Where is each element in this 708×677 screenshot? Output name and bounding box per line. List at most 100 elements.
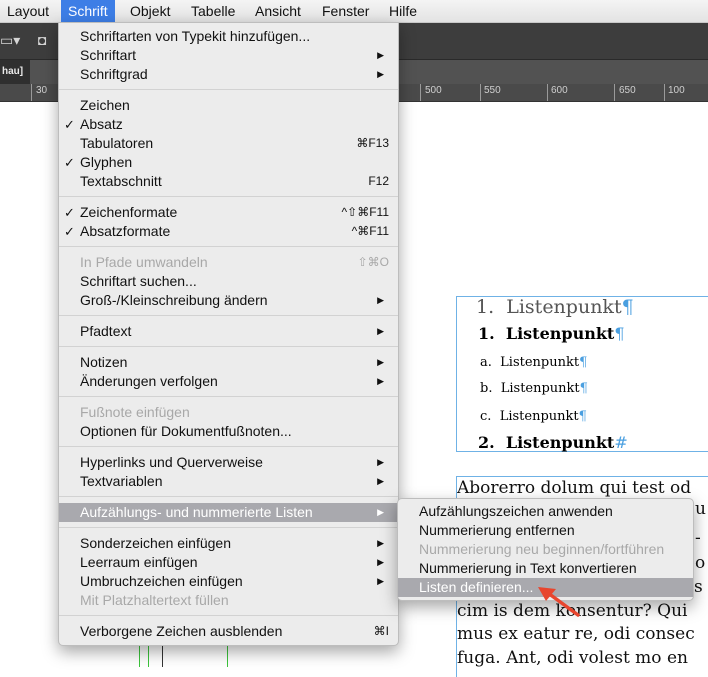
menu-item-verborgene-zeichen[interactable]: Verborgene Zeichen ausblenden ⌘I [59,622,398,641]
list-item: 2. Listenpunkt# [478,433,628,452]
submenu-item-aufzaehlung-anwenden[interactable]: Aufzählungszeichen anwenden [398,502,693,521]
paragraph-fragment: u [695,499,706,519]
submenu-arrow-icon: ▶ [377,295,384,305]
menu-item-hyperlinks[interactable]: Hyperlinks und Querverweise ▶ [59,453,398,472]
list-text-frame[interactable] [456,296,708,452]
shortcut: ⌘F13 [356,136,389,150]
submenu-arrow-icon: ▶ [377,507,384,517]
menu-ansicht[interactable]: Ansicht [248,0,308,22]
shortcut: ⌘I [373,624,389,638]
menu-separator [59,615,398,616]
menu-item-listen[interactable]: Aufzählungs- und nummerierte Listen ▶ [59,503,398,522]
submenu-arrow-icon: ▶ [377,69,384,79]
menu-fenster[interactable]: Fenster [315,0,376,22]
submenu-arrow-icon: ▶ [377,376,384,386]
menu-item-in-pfade-umwandeln: In Pfade umwandeln ⇧⌘O [80,254,389,270]
submenu-arrow-icon: ▶ [377,576,384,586]
ruler-label: 500 [425,85,442,96]
menu-item-schriftgrad[interactable]: Schriftgrad ▶ [59,65,398,84]
list-item: 1. Listenpunkt¶ [476,296,634,318]
menu-item-fussnote: Fußnote einfügen [80,404,190,420]
paragraph-line: Aborerro dolum qui test od [457,478,692,498]
menu-item-sonderzeichen[interactable]: Sonderzeichen einfügen ▶ [59,534,398,553]
shortcut: ^⌘F11 [351,224,389,238]
submenu-arrow-icon: ▶ [377,50,384,60]
checkmark-icon: ✓ [64,117,75,132]
menu-separator [59,496,398,497]
ruler-tick [420,84,421,101]
checkmark-icon: ✓ [64,155,75,170]
list-item: 1. Listenpunkt¶ [478,324,625,343]
list-item: b. Listenpunkt¶ [480,381,588,396]
menu-item-textabschnitt[interactable]: Textabschnitt F12 [59,172,398,191]
menu-item-umbruchzeichen[interactable]: Umbruchzeichen einfügen ▶ [59,572,398,591]
ruler-tick [547,84,548,101]
menu-separator [59,196,398,197]
checkmark-icon: ✓ [64,205,75,220]
ruler-label: 550 [484,85,501,96]
menu-objekt[interactable]: Objekt [123,0,177,22]
submenu-arrow-icon: ▶ [377,557,384,567]
menu-hilfe[interactable]: Hilfe [382,0,424,22]
menu-separator [59,396,398,397]
shortcut: F12 [368,174,389,188]
menu-item-fussnoten-optionen[interactable]: Optionen für Dokumentfußnoten... [59,422,398,441]
submenu-arrow-icon: ▶ [377,326,384,336]
menu-item-schriftart-suchen[interactable]: Schriftart suchen... [59,272,398,291]
submenu-item-in-text-konvertieren[interactable]: Nummerierung in Text konvertieren [398,559,693,578]
submenu-item-nummerierung-entfernen[interactable]: Nummerierung entfernen [398,521,693,540]
ruler-tick [664,84,665,101]
menu-separator [59,446,398,447]
list-item: a. Listenpunkt¶ [480,355,588,370]
ruler-label: 30 [36,85,48,96]
fit-frame-icon[interactable]: ◘ [38,32,46,48]
menu-item-gross-klein[interactable]: Groß-/Kleinschreibung ändern ▶ [59,291,398,310]
menu-item-pfadtext[interactable]: Pfadtext ▶ [59,322,398,341]
menu-item-schriftart[interactable]: Schriftart ▶ [59,46,398,65]
menu-item-platzhaltertext: Mit Platzhaltertext füllen [80,592,229,608]
ruler-label: 650 [619,85,636,96]
menu-tabelle[interactable]: Tabelle [184,0,242,22]
annotation-arrow-icon [538,587,580,617]
menu-layout[interactable]: Layout [0,0,56,22]
menu-item-textvariablen[interactable]: Textvariablen ▶ [59,472,398,491]
shortcut: ^⇧⌘F11 [341,205,389,219]
menu-item-zeichenformate[interactable]: ✓ Zeichenformate ^⇧⌘F11 [59,203,398,222]
submenu-arrow-icon: ▶ [377,476,384,486]
ruler-tick [614,84,615,101]
menu-separator [59,527,398,528]
menu-separator [59,89,398,90]
menu-separator [59,246,398,247]
submenu-arrow-icon: ▶ [377,357,384,367]
submenu-item-nummerierung-neu: Nummerierung neu beginnen/fortführen [419,541,665,557]
list-item: c. Listenpunkt¶ [480,409,587,424]
menu-item-notizen[interactable]: Notizen ▶ [59,353,398,372]
menu-bar: Layout Schrift Objekt Tabelle Ansicht Fe… [0,0,708,23]
menu-item-aenderungen[interactable]: Änderungen verfolgen ▶ [59,372,398,391]
menu-separator [59,346,398,347]
menu-separator [59,315,398,316]
menu-item-typekit[interactable]: Schriftarten von Typekit hinzufügen... [59,27,398,46]
shortcut: ⇧⌘O [357,255,389,269]
menu-item-absatzformate[interactable]: ✓ Absatzformate ^⌘F11 [59,222,398,241]
paragraph-line: mus ex eatur re, odi consec [457,624,695,644]
menu-item-leerraum[interactable]: Leerraum einfügen ▶ [59,553,398,572]
ruler-label: 100 [668,85,685,96]
menu-item-glyphen[interactable]: ✓ Glyphen [59,153,398,172]
submenu-arrow-icon: ▶ [377,538,384,548]
paragraph-fragment: - [695,528,701,548]
ruler-tick [31,84,32,101]
checkmark-icon: ✓ [64,224,75,239]
menu-schrift[interactable]: Schrift [61,0,115,22]
schrift-menu: Schriftarten von Typekit hinzufügen... S… [58,22,399,646]
menu-item-absatz[interactable]: ✓ Absatz [59,115,398,134]
menu-item-zeichen[interactable]: Zeichen [59,96,398,115]
paragraph-line: fuga. Ant, odi volest mo en [457,648,688,668]
menu-item-tabulatoren[interactable]: Tabulatoren ⌘F13 [59,134,398,153]
paragraph-fragment: o [695,553,706,573]
document-tab[interactable]: hau] [0,60,30,84]
ruler-tick [480,84,481,101]
frame-tool-icon[interactable]: ▭▾ [0,32,20,49]
ruler-label: 600 [551,85,568,96]
submenu-arrow-icon: ▶ [377,457,384,467]
